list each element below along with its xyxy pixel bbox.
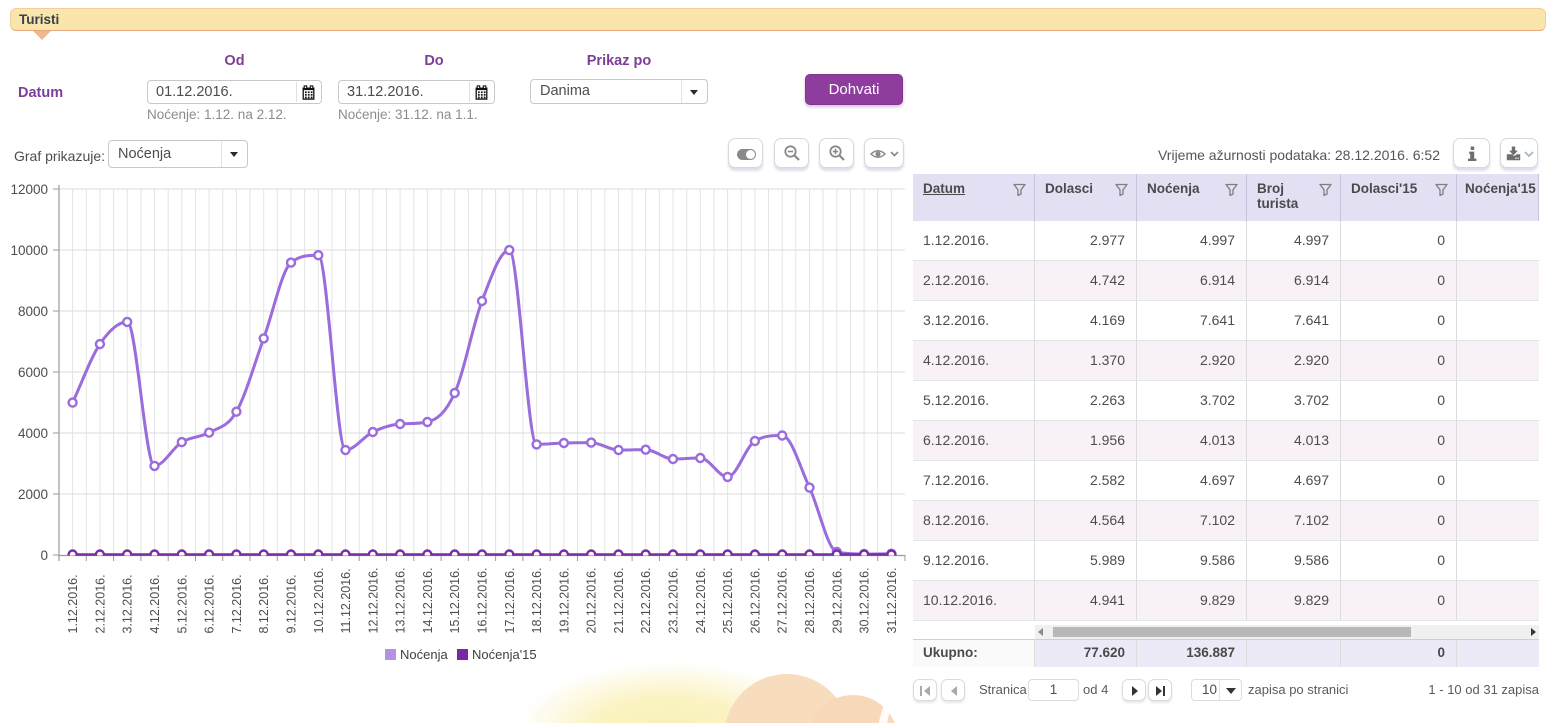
svg-text:18.12.2016.: 18.12.2016.	[530, 567, 544, 633]
svg-text:1.12.2016.: 1.12.2016.	[66, 574, 80, 633]
svg-text:4.12.2016.: 4.12.2016.	[148, 574, 162, 633]
svg-text:0: 0	[40, 548, 48, 563]
svg-text:4000: 4000	[18, 426, 48, 441]
svg-text:2000: 2000	[18, 487, 48, 502]
svg-text:10.12.2016.: 10.12.2016.	[312, 567, 326, 633]
svg-text:9.12.2016.: 9.12.2016.	[285, 574, 299, 633]
svg-text:8.12.2016.: 8.12.2016.	[257, 574, 271, 633]
svg-text:Noćenja'15: Noćenja'15	[472, 647, 537, 662]
svg-text:10000: 10000	[10, 243, 48, 258]
svg-text:23.12.2016.: 23.12.2016.	[667, 567, 681, 633]
svg-text:12.12.2016.: 12.12.2016.	[366, 567, 380, 633]
svg-text:8000: 8000	[18, 304, 48, 319]
svg-text:27.12.2016.: 27.12.2016.	[776, 567, 790, 633]
svg-text:13.12.2016.: 13.12.2016.	[394, 567, 408, 633]
svg-text:25.12.2016.: 25.12.2016.	[721, 567, 735, 633]
svg-text:17.12.2016.: 17.12.2016.	[503, 567, 517, 633]
svg-text:6000: 6000	[18, 365, 48, 380]
svg-text:Noćenja: Noćenja	[400, 647, 448, 662]
svg-text:21.12.2016.: 21.12.2016.	[612, 567, 626, 633]
svg-text:3.12.2016.: 3.12.2016.	[121, 574, 135, 633]
svg-text:22.12.2016.: 22.12.2016.	[639, 567, 653, 633]
svg-text:20.12.2016.: 20.12.2016.	[585, 567, 599, 633]
svg-text:16.12.2016.: 16.12.2016.	[476, 567, 490, 633]
svg-text:7.12.2016.: 7.12.2016.	[230, 574, 244, 633]
svg-text:12000: 12000	[10, 182, 48, 197]
svg-text:15.12.2016.: 15.12.2016.	[448, 567, 462, 633]
svg-text:5.12.2016.: 5.12.2016.	[175, 574, 189, 633]
svg-text:30.12.2016.: 30.12.2016.	[858, 567, 872, 633]
svg-text:14.12.2016.: 14.12.2016.	[421, 567, 435, 633]
svg-text:26.12.2016.: 26.12.2016.	[748, 567, 762, 633]
svg-text:28.12.2016.: 28.12.2016.	[803, 567, 817, 633]
svg-text:29.12.2016.: 29.12.2016.	[830, 567, 844, 633]
svg-text:6.12.2016.: 6.12.2016.	[203, 574, 217, 633]
svg-text:11.12.2016.: 11.12.2016.	[339, 568, 353, 633]
svg-text:2.12.2016.: 2.12.2016.	[93, 574, 107, 633]
svg-text:19.12.2016.: 19.12.2016.	[557, 567, 571, 633]
svg-text:24.12.2016.: 24.12.2016.	[694, 567, 708, 633]
svg-text:31.12.2016.: 31.12.2016.	[885, 567, 899, 633]
